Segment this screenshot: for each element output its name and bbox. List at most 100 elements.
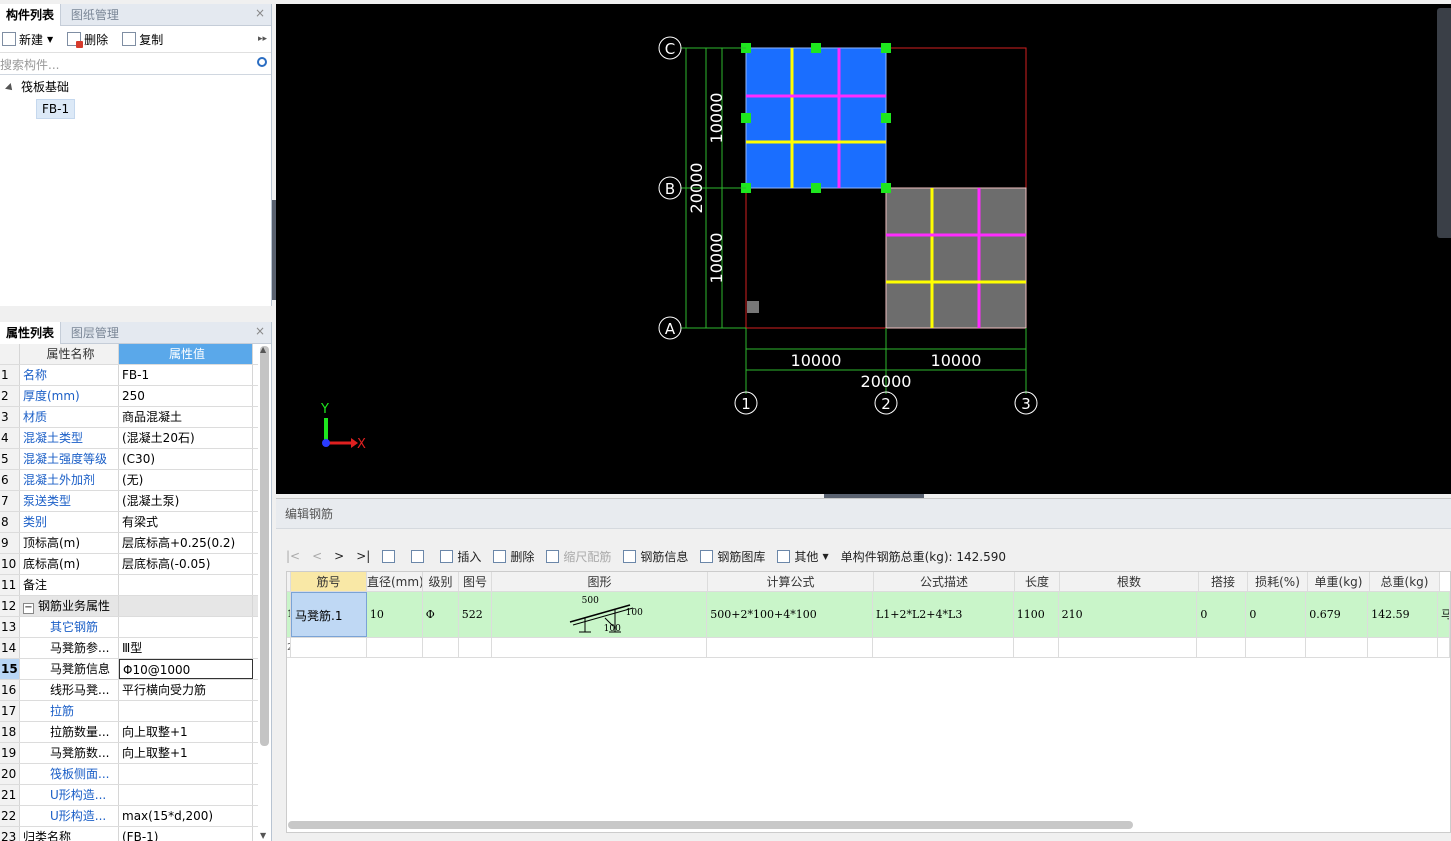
component-search[interactable]: 搜索构件... <box>0 55 271 75</box>
column-header[interactable]: 图形 <box>492 572 708 591</box>
property-row[interactable]: 1 名称 FB-1 <box>0 365 258 386</box>
first-button[interactable]: |< <box>286 549 300 563</box>
empty-cell[interactable] <box>1438 638 1450 657</box>
property-row[interactable]: 2 厚度(mm) 250 <box>0 386 258 407</box>
tab-property-list[interactable]: 属性列表 <box>0 322 62 344</box>
property-value[interactable]: 向上取整+1 <box>119 743 253 763</box>
empty-cell[interactable] <box>1059 638 1198 657</box>
scale-rebar-button[interactable]: 缩尺配筋 <box>546 548 611 565</box>
cell-fig[interactable]: 522 <box>459 592 492 637</box>
property-value[interactable]: 商品混凝土 <box>119 407 253 427</box>
property-value[interactable]: 平行横向受力筋 <box>119 680 253 700</box>
property-value[interactable]: Ⅲ型 <box>119 638 253 658</box>
property-row[interactable]: 22 U形构造... max(15*d,200) <box>0 806 258 827</box>
drawing-canvas[interactable]: 10000 10000 20000 10000 10000 20000 C B … <box>276 4 1451 498</box>
property-row[interactable]: 19 马凳筋数... 向上取整+1 <box>0 743 258 764</box>
empty-cell[interactable] <box>1014 638 1059 657</box>
cell-unit[interactable]: 0.679 <box>1306 592 1369 637</box>
handle[interactable] <box>811 43 821 53</box>
cell-loss[interactable]: 0 <box>1246 592 1307 637</box>
delete-button[interactable]: 删除 <box>67 31 108 48</box>
column-header[interactable]: 图号 <box>459 572 492 591</box>
handle[interactable] <box>881 43 891 53</box>
property-value[interactable] <box>119 701 253 721</box>
cell-formula[interactable]: 500+2*100+4*100 <box>707 592 873 637</box>
property-row[interactable]: 10 底标高(m) 层底标高(-0.05) <box>0 554 258 575</box>
cell-grade[interactable]: Φ <box>423 592 459 637</box>
property-row[interactable]: 9 顶标高(m) 层底标高+0.25(0.2) <box>0 533 258 554</box>
raft-slab-selected[interactable] <box>745 47 887 189</box>
delete-row-button[interactable]: 删除 <box>493 548 534 565</box>
cell-lap[interactable]: 0 <box>1197 592 1247 637</box>
empty-cell[interactable] <box>1306 638 1369 657</box>
property-value[interactable]: (混凝土泵) <box>119 491 253 511</box>
property-row[interactable]: 17 拉筋 <box>0 701 258 722</box>
property-value[interactable] <box>119 785 253 805</box>
move-up-button[interactable] <box>382 549 399 563</box>
empty-cell[interactable] <box>367 638 423 657</box>
column-header[interactable]: 计算公式 <box>708 572 874 591</box>
property-row[interactable]: 3 材质 商品混凝土 <box>0 407 258 428</box>
property-scrollbar[interactable] <box>260 346 269 746</box>
property-row[interactable]: 13 其它钢筋 <box>0 617 258 638</box>
property-row[interactable]: 12− 钢筋业务属性 <box>0 596 258 617</box>
empty-cell[interactable] <box>707 638 873 657</box>
canvas-svg[interactable]: 10000 10000 20000 10000 10000 20000 C B … <box>276 4 1451 494</box>
move-down-button[interactable] <box>411 549 428 563</box>
empty-cell[interactable] <box>1197 638 1247 657</box>
property-row[interactable]: 5 混凝土强度等级 (C30) <box>0 449 258 470</box>
property-value[interactable]: Φ10@1000 <box>119 659 253 679</box>
property-value[interactable] <box>119 617 253 637</box>
new-button[interactable]: 新建 ▼ <box>2 31 53 48</box>
property-row[interactable]: 20 筏板侧面... <box>0 764 258 785</box>
property-value[interactable]: max(15*d,200) <box>119 806 253 826</box>
property-row[interactable]: 16 线形马凳... 平行横向受力筋 <box>0 680 258 701</box>
rebar-library-button[interactable]: 钢筋图库 <box>700 548 765 565</box>
column-header[interactable]: 单重(kg) <box>1308 572 1370 591</box>
table-row[interactable]: 2 <box>287 638 1450 658</box>
property-value[interactable]: FB-1 <box>119 365 253 385</box>
search-icon[interactable] <box>257 57 267 67</box>
cell-extra[interactable]: 马 <box>1438 592 1450 637</box>
next-button[interactable]: > <box>334 549 344 563</box>
property-row[interactable]: 11 备注 <box>0 575 258 596</box>
close-icon[interactable]: × <box>255 6 265 20</box>
property-row[interactable]: 8 类别 有梁式 <box>0 512 258 533</box>
rebar-info-button[interactable]: 钢筋信息 <box>623 548 688 565</box>
empty-cell[interactable] <box>492 638 708 657</box>
handle[interactable] <box>811 183 821 193</box>
more-arrow-icon[interactable]: ▸▸ <box>258 34 267 44</box>
rebar-shape-cell[interactable]: 500 100 100 <box>491 592 708 637</box>
cell-total[interactable]: 142.59 <box>1368 592 1438 637</box>
handle[interactable] <box>881 113 891 123</box>
copy-button[interactable]: 复制 <box>122 31 163 48</box>
close-icon[interactable]: × <box>255 324 265 338</box>
tree-node-raft[interactable]: 筏板基础 <box>0 77 271 97</box>
property-row[interactable]: 6 混凝土外加剂 (无) <box>0 470 258 491</box>
empty-cell[interactable] <box>1246 638 1307 657</box>
column-header[interactable]: 搭接 <box>1199 572 1248 591</box>
tab-layer-management[interactable]: 图层管理 <box>65 322 125 344</box>
column-header[interactable]: 直径(mm) <box>367 572 423 591</box>
raft-slab[interactable] <box>885 187 1027 329</box>
property-row[interactable]: 7 泵送类型 (混凝土泵) <box>0 491 258 512</box>
prev-button[interactable]: < <box>312 549 322 563</box>
property-value[interactable] <box>119 596 253 616</box>
property-value[interactable] <box>119 764 253 784</box>
table-row[interactable]: 1马凳筋.110Φ522500100100500+2*100+4*100L1+2… <box>287 592 1450 638</box>
cell-desc[interactable]: L1+2*L2+4*L3 <box>873 592 1014 637</box>
collapse-icon[interactable]: − <box>23 603 34 614</box>
column-header[interactable]: 损耗(%) <box>1248 572 1308 591</box>
handle[interactable] <box>881 183 891 193</box>
cell-dia[interactable]: 10 <box>367 592 423 637</box>
property-row[interactable]: 21 U形构造... <box>0 785 258 806</box>
scroll-down-arrow[interactable]: ▼ <box>260 831 266 840</box>
property-row[interactable]: 14 马凳筋参... Ⅲ型 <box>0 638 258 659</box>
property-value[interactable]: 层底标高+0.25(0.2) <box>119 533 253 553</box>
property-value[interactable]: (混凝土20石) <box>119 428 253 448</box>
column-header[interactable]: 总重(kg) <box>1370 572 1440 591</box>
property-row[interactable]: 15 马凳筋信息 Φ10@1000 <box>0 659 258 680</box>
cell-count[interactable]: 210 <box>1059 592 1198 637</box>
property-value[interactable]: 250 <box>119 386 253 406</box>
property-value[interactable]: (C30) <box>119 449 253 469</box>
